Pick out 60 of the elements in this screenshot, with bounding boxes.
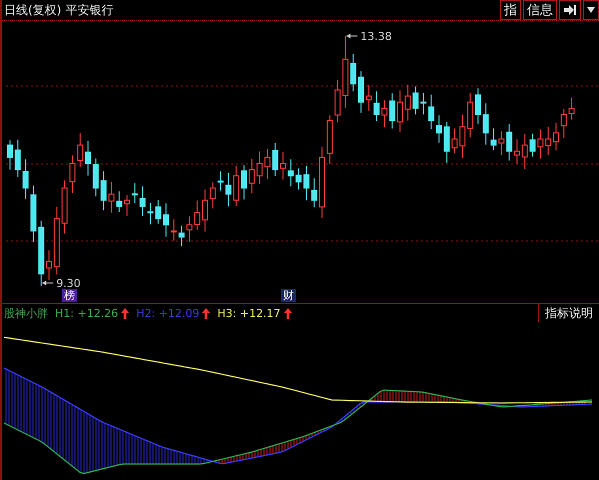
- candlestick: [288, 158, 294, 187]
- candlestick: [350, 53, 356, 92]
- indicator-value: H1: +12.26: [55, 306, 118, 320]
- candlestick: [170, 218, 177, 242]
- candlestick: [92, 158, 99, 197]
- candlestick: [85, 140, 91, 176]
- high-price-label: 13.38: [360, 30, 392, 43]
- candlestick: [163, 202, 169, 238]
- event-tag[interactable]: 财: [281, 289, 296, 302]
- stock-name: 平安银行: [64, 2, 114, 18]
- candlestick: [428, 94, 434, 130]
- candlestick: [155, 199, 162, 224]
- candlestick: [506, 124, 512, 162]
- candlestick: [38, 220, 44, 287]
- candlestick: [7, 140, 13, 170]
- event-tag[interactable]: 榜: [62, 289, 77, 302]
- indicator-value: H2: +12.09: [136, 306, 200, 320]
- candlestick: [233, 165, 240, 206]
- low-price-label: 9.30: [56, 277, 81, 290]
- leader-line: [42, 280, 54, 286]
- chart-period-label: 日线(复权): [3, 2, 62, 18]
- candlestick: [467, 92, 474, 138]
- candlestick: [389, 92, 396, 130]
- candlestick: [560, 108, 567, 138]
- candlestick: [397, 90, 403, 133]
- toolbar-button[interactable]: 信息: [523, 0, 557, 20]
- candlestick: [366, 84, 372, 112]
- candlestick: [116, 190, 122, 213]
- candlestick: [124, 194, 130, 216]
- candlestick: [545, 126, 552, 156]
- dropdown-caret-icon[interactable]: [583, 0, 599, 20]
- candlestick: [194, 200, 200, 230]
- skip-end-icon[interactable]: [559, 0, 581, 20]
- candlestick: [475, 88, 481, 124]
- candlestick: [132, 182, 138, 204]
- candlestick: [54, 206, 60, 276]
- candlestick: [272, 142, 278, 176]
- candlestick: [358, 70, 364, 114]
- candlestick: [210, 182, 216, 209]
- candlestick: [522, 134, 528, 170]
- indicator-name: 股神小胖: [4, 306, 48, 320]
- candlestick: [14, 139, 21, 178]
- indicator-value: H3: +12.17: [217, 306, 281, 320]
- candlestick: [482, 102, 489, 146]
- candlestick: [77, 132, 84, 168]
- candlestick: [326, 114, 333, 165]
- leader-line: [346, 34, 358, 38]
- candlestick: [248, 158, 255, 194]
- candlestick: [514, 138, 520, 165]
- candlestick: [404, 84, 411, 122]
- toolbar-button[interactable]: 指: [500, 0, 521, 20]
- candlestick: [436, 114, 442, 144]
- candlestick: [311, 178, 318, 208]
- candlestick: [568, 97, 575, 120]
- candlestick: [46, 250, 52, 281]
- candlestick: [241, 164, 247, 200]
- candlestick: [553, 122, 559, 151]
- candlestick: [444, 121, 450, 164]
- candlestick: [202, 188, 208, 232]
- candlestick: [280, 151, 286, 180]
